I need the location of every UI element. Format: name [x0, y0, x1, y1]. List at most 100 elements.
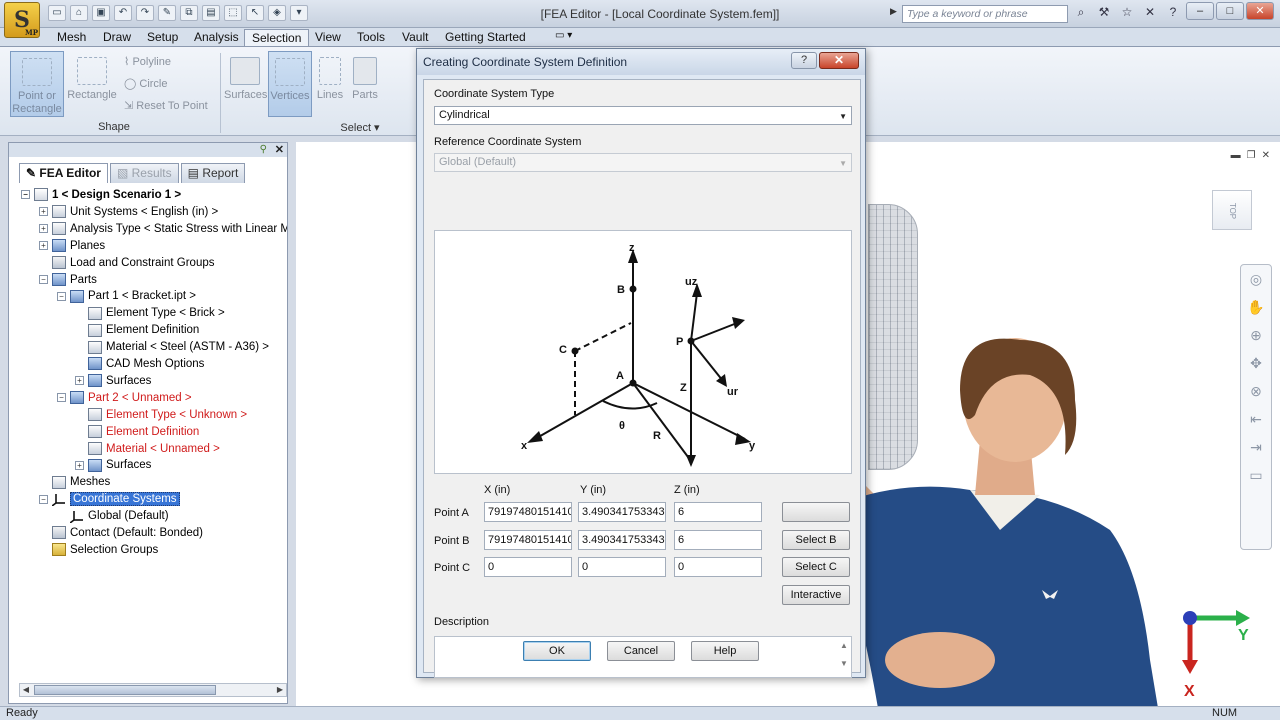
lines-select-button[interactable]: Lines — [314, 51, 346, 117]
point-b-y-field[interactable]: 3.49034175334325 — [578, 530, 666, 550]
search-expand-icon[interactable]: ▶ — [890, 6, 897, 17]
surfaces-select-button[interactable]: Surfaces — [224, 51, 267, 117]
select-c-button[interactable]: Select C — [782, 557, 850, 577]
tree-node[interactable]: Meshes — [39, 474, 110, 491]
coordinate-system-type-select[interactable]: Cylindrical ▼ — [434, 106, 852, 125]
tree-node[interactable]: + Unit Systems < English (in) > — [39, 204, 218, 221]
point-or-rectangle-button[interactable]: Point or Rectangle — [10, 51, 64, 117]
tab-vault[interactable]: Vault — [395, 29, 435, 46]
tree-node[interactable]: Element Definition — [75, 322, 199, 339]
dialog-help-button[interactable]: ? — [791, 52, 817, 69]
tree-node[interactable]: − Coordinate Systems — [39, 491, 180, 508]
scroll-left-icon[interactable]: ◀ — [20, 684, 32, 696]
ok-button[interactable]: OK — [523, 641, 591, 661]
previous-view-icon[interactable]: ⇤ — [1241, 405, 1271, 433]
help-icon[interactable]: ? — [1164, 5, 1182, 20]
pan-icon[interactable]: ✋ — [1241, 293, 1271, 321]
point-a-y-field[interactable]: 3.49034175334325 — [578, 502, 666, 522]
tree-node[interactable]: Element Type < Brick > — [75, 305, 225, 322]
select-icon[interactable]: ⬚ — [224, 5, 242, 21]
pin-icon[interactable]: ⚲ — [260, 144, 267, 155]
binoculars-icon[interactable]: ⌕ — [1072, 5, 1090, 20]
scrollbar-thumb[interactable] — [34, 685, 216, 695]
tab-tools[interactable]: Tools — [350, 29, 392, 46]
tree-node[interactable]: + Surfaces — [75, 373, 151, 390]
search-input[interactable]: Type a keyword or phrase — [902, 5, 1068, 23]
tree-node[interactable]: + Planes — [39, 238, 105, 255]
tab-setup[interactable]: Setup — [140, 29, 185, 46]
tab-view[interactable]: View — [308, 29, 348, 46]
reset-to-point-button[interactable]: ⇲ Reset To Point — [124, 99, 208, 112]
tree-node[interactable]: Element Type < Unknown > — [75, 407, 247, 424]
collapse-icon[interactable]: − — [21, 190, 30, 200]
paste-icon[interactable]: ▤ — [202, 5, 220, 21]
tab-selection[interactable]: Selection — [244, 29, 310, 46]
minimize-button[interactable]: – — [1186, 2, 1214, 20]
point-c-z-field[interactable]: 0 — [674, 557, 762, 577]
tree-node[interactable]: − Part 1 < Bracket.ipt > — [57, 288, 196, 305]
collapse-icon[interactable]: − — [39, 494, 48, 504]
tree-node[interactable]: + Analysis Type < Static Stress with Line… — [39, 221, 287, 238]
open-file-icon[interactable]: ⌂ — [70, 5, 88, 21]
select-a-button[interactable] — [782, 502, 850, 522]
vp-minimize-icon[interactable]: ▬ — [1231, 150, 1241, 161]
tab-mesh[interactable]: Mesh — [50, 29, 93, 46]
tree-node[interactable]: − 1 < Design Scenario 1 > — [21, 187, 181, 204]
tab-results[interactable]: ▧ Results — [109, 163, 179, 183]
qat-dropdown-icon[interactable]: ▾ — [290, 5, 308, 21]
point-a-z-field[interactable]: 6 — [674, 502, 762, 522]
circle-button[interactable]: ◯ Circle — [124, 77, 168, 90]
tab-analysis[interactable]: Analysis — [187, 29, 246, 46]
tools-icon[interactable]: ⚒ — [1095, 5, 1113, 20]
expand-icon[interactable]: + — [39, 224, 48, 234]
parts-select-button[interactable]: Parts — [348, 51, 382, 117]
description-scrollbar[interactable]: ▲ ▼ — [837, 637, 851, 677]
tab-getting-started[interactable]: Getting Started — [438, 29, 533, 46]
fit-icon[interactable]: ▭ — [1241, 461, 1271, 489]
tree-node[interactable]: Selection Groups — [39, 542, 158, 559]
collapse-icon[interactable]: − — [57, 393, 66, 403]
rectangle-button[interactable]: Rectangle — [66, 51, 118, 117]
app-logo-button[interactable]: S MP — [4, 2, 40, 38]
view-icon[interactable]: ◈ — [268, 5, 286, 21]
scroll-right-icon[interactable]: ▶ — [274, 684, 286, 696]
tree-node[interactable]: + Surfaces — [75, 457, 151, 474]
close-window-button[interactable]: ✕ — [1246, 2, 1274, 20]
next-view-icon[interactable]: ⇥ — [1241, 433, 1271, 461]
zoom-icon[interactable]: ⊕ — [1241, 321, 1271, 349]
tree-node[interactable]: Global (Default) — [57, 508, 169, 525]
tree-node[interactable]: Element Definition — [75, 424, 199, 441]
point-c-y-field[interactable]: 0 — [578, 557, 666, 577]
tree-node[interactable]: CAD Mesh Options — [75, 356, 204, 373]
tree-node[interactable]: Load and Constraint Groups — [39, 255, 214, 272]
collapse-icon[interactable]: − — [39, 274, 48, 284]
edit-icon[interactable]: ✎ — [158, 5, 176, 21]
point-b-z-field[interactable]: 6 — [674, 530, 762, 550]
expand-icon[interactable]: + — [39, 241, 48, 251]
steering-wheel-icon[interactable]: ◎ — [1241, 265, 1271, 293]
collapse-icon[interactable]: − — [57, 291, 66, 301]
vp-restore-icon[interactable]: ❐ — [1247, 150, 1256, 161]
select-group-label[interactable]: Select ▾ — [330, 121, 390, 134]
look-icon[interactable]: ⊗ — [1241, 377, 1271, 405]
horizontal-scrollbar[interactable]: ◀ ▶ — [19, 683, 287, 697]
help-button[interactable]: Help — [691, 641, 759, 661]
tree-node[interactable]: Material < Steel (ASTM - A36) > — [75, 339, 269, 356]
expand-icon[interactable]: + — [75, 376, 84, 386]
save-icon[interactable]: ▣ — [92, 5, 110, 21]
interactive-button[interactable]: Interactive — [782, 585, 850, 605]
ribbon-options-icon[interactable]: ▭ ▾ — [548, 29, 579, 46]
orbit-icon[interactable]: ✥ — [1241, 349, 1271, 377]
redo-icon[interactable]: ↷ — [136, 5, 154, 21]
tree-node[interactable]: − Parts — [39, 272, 97, 289]
vertices-select-button[interactable]: Vertices — [268, 51, 312, 117]
tab-fea-editor[interactable]: ✎ FEA Editor — [19, 163, 108, 183]
tree-node[interactable]: Material < Unnamed > — [75, 441, 220, 458]
polyline-button[interactable]: ⌇ Polyline — [124, 55, 171, 68]
star-icon[interactable]: ☆ — [1118, 5, 1136, 20]
maximize-button[interactable]: □ — [1216, 2, 1244, 20]
close-panel-icon[interactable]: ✕ — [275, 143, 284, 156]
expand-icon[interactable]: + — [75, 460, 84, 470]
select-b-button[interactable]: Select B — [782, 530, 850, 550]
help-x-icon[interactable]: ✕ — [1141, 5, 1159, 20]
